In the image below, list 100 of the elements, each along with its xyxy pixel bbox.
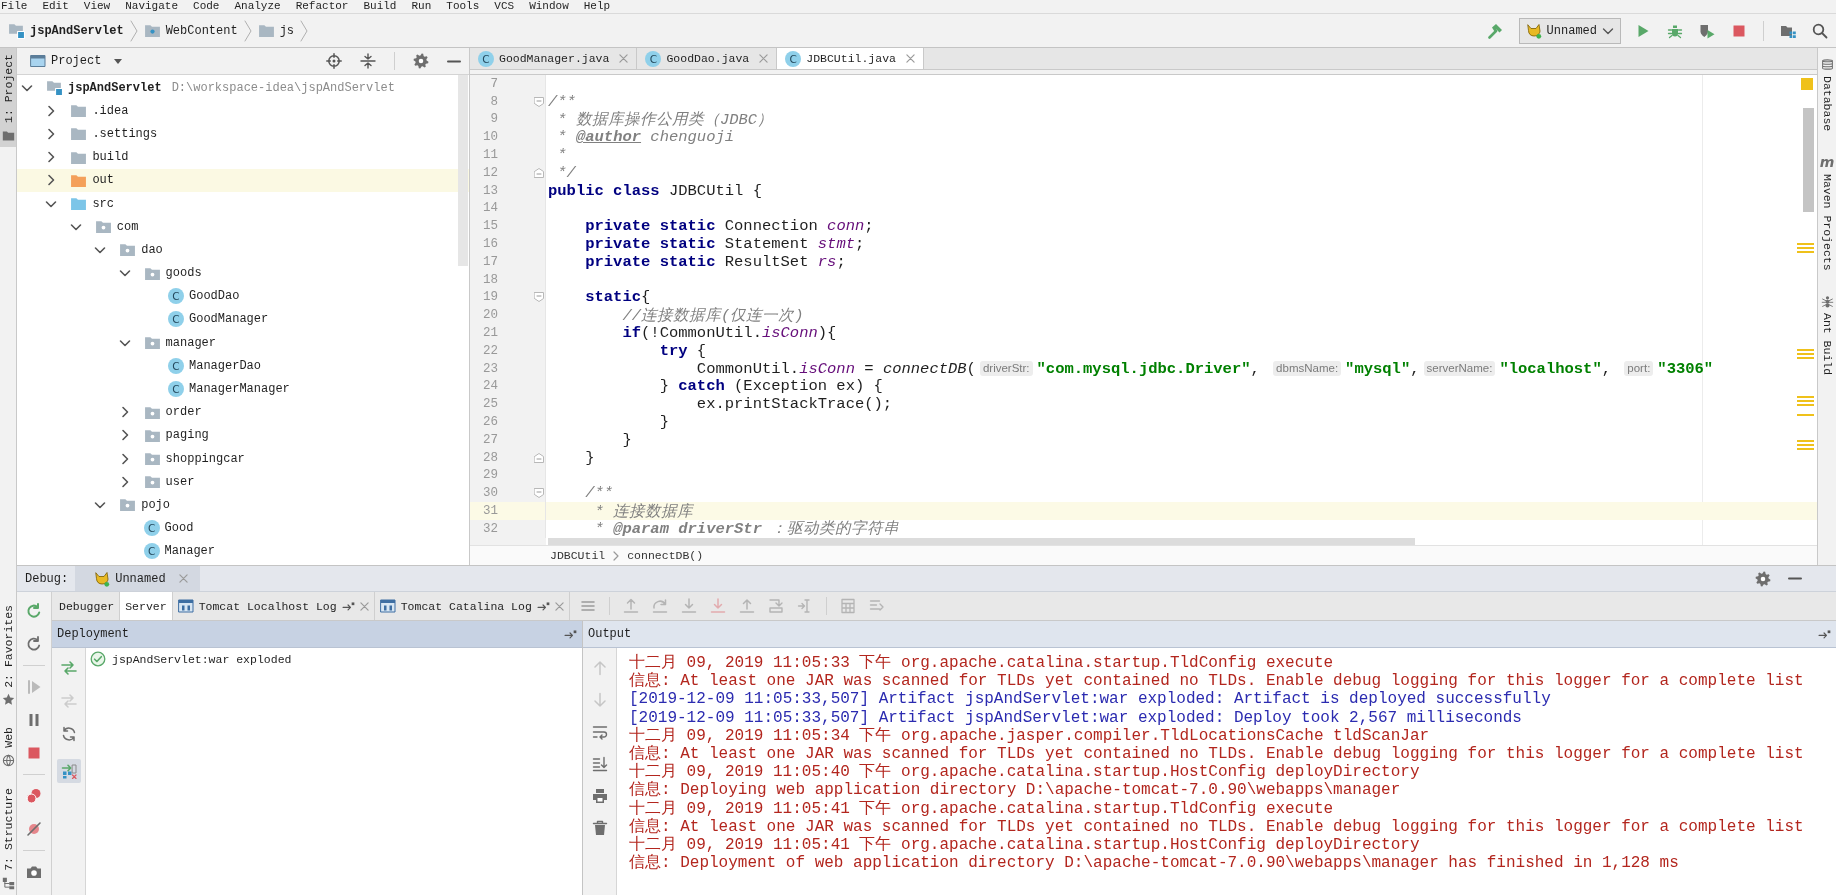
tree-item[interactable]: C Good xyxy=(17,516,469,540)
tree-item[interactable]: shoppingcar xyxy=(17,447,469,471)
trash-icon[interactable] xyxy=(591,820,608,836)
printer-icon[interactable] xyxy=(591,788,608,804)
two-dots-icon[interactable] xyxy=(26,788,42,804)
tree-item[interactable]: dao xyxy=(17,238,469,262)
tree-item[interactable]: pojo xyxy=(17,493,469,517)
class-icon: C xyxy=(168,311,184,328)
search-icon[interactable] xyxy=(1812,22,1828,39)
settings-icon[interactable] xyxy=(1755,570,1771,587)
breadcrumb-item[interactable]: WebContent xyxy=(143,20,238,41)
scrollbar-thumb[interactable] xyxy=(458,75,468,266)
wrap-icon[interactable] xyxy=(591,724,608,740)
view-dropdown[interactable]: Project xyxy=(51,54,124,68)
tree-item[interactable]: build xyxy=(17,145,469,169)
code-editor[interactable] xyxy=(470,75,1817,545)
menu-item[interactable]: Window xyxy=(529,0,569,13)
menu-item[interactable]: Code xyxy=(193,0,220,13)
refresh-icon[interactable] xyxy=(26,636,42,652)
tree-item[interactable]: C GoodDao xyxy=(17,284,469,308)
minimize-icon[interactable] xyxy=(1788,577,1802,580)
close-icon[interactable] xyxy=(359,601,369,611)
run-config-dropdown[interactable]: Unnamed xyxy=(1518,17,1621,44)
arrow-dot-icon[interactable] xyxy=(536,601,550,611)
breadcrumb-item[interactable]: js xyxy=(257,20,295,41)
debug-tab[interactable]: Tomcat Localhost Log xyxy=(172,592,375,620)
tree-item[interactable]: C ManagerManager xyxy=(17,377,469,401)
tree-item[interactable]: .settings xyxy=(17,122,469,146)
tool-window-button[interactable]: Database xyxy=(1818,58,1836,132)
tool-window-button[interactable]: m Maven Projects xyxy=(1818,155,1836,271)
lines-down-arrow-icon[interactable] xyxy=(591,756,608,772)
fold-marker-icon[interactable] xyxy=(534,292,544,303)
breadcrumb-item[interactable]: JDBCUtil xyxy=(550,549,606,562)
hammer-icon[interactable] xyxy=(1486,22,1503,39)
tree-item[interactable]: manager xyxy=(17,331,469,355)
menu-item[interactable]: File xyxy=(1,0,28,13)
double-arrow-icon[interactable] xyxy=(60,660,77,676)
menu-item[interactable]: Tools xyxy=(446,0,480,13)
menu-item[interactable]: Edit xyxy=(42,0,69,13)
minimize-icon[interactable] xyxy=(447,59,461,63)
tree-item[interactable]: paging xyxy=(17,423,469,447)
deployment-item[interactable]: jspAndServlet:war exploded xyxy=(90,648,578,670)
tool-window-button[interactable]: 2: Favorites xyxy=(0,598,16,712)
scrollbar-thumb[interactable] xyxy=(548,537,1415,545)
tree-item[interactable]: jspAndServlet D:\workspace-idea\jspAndServlet xyxy=(17,76,469,100)
session-tab[interactable]: Unnamed xyxy=(75,566,200,591)
menu-item[interactable]: Run xyxy=(411,0,432,13)
slashed-dot-icon[interactable] xyxy=(26,821,42,837)
arrow-dot-icon[interactable] xyxy=(341,601,355,611)
circular-arrow-icon[interactable] xyxy=(26,603,42,619)
menu-item[interactable]: Build xyxy=(363,0,397,13)
tree-item[interactable]: com xyxy=(17,215,469,239)
fold-marker-icon[interactable] xyxy=(534,488,544,499)
tree-item[interactable]: user xyxy=(17,470,469,494)
camera-icon[interactable] xyxy=(26,864,42,880)
arrow-dot-icon[interactable] xyxy=(564,629,577,639)
fold-marker-icon[interactable] xyxy=(534,96,544,107)
tool-window-button[interactable]: 1: Project xyxy=(0,48,16,147)
close-icon[interactable] xyxy=(905,54,915,63)
crosshair-icon[interactable] xyxy=(326,53,342,69)
menu-item[interactable]: Analyze xyxy=(234,0,281,13)
breadcrumb-item[interactable]: jspAndServlet xyxy=(8,20,124,41)
editor-tab[interactable]: C GoodManager.java xyxy=(470,48,638,69)
close-icon[interactable] xyxy=(619,54,629,63)
close-icon[interactable] xyxy=(178,574,188,583)
menu-item[interactable]: Refactor xyxy=(295,0,349,13)
window-icon xyxy=(30,53,46,69)
scrollbar-thumb[interactable] xyxy=(1803,108,1814,212)
tree-item[interactable]: C ManagerDao xyxy=(17,354,469,378)
menu-item[interactable]: View xyxy=(83,0,111,13)
tree-item[interactable]: goods xyxy=(17,261,469,285)
menu-item[interactable]: VCS xyxy=(494,0,515,13)
line-number: 9 xyxy=(489,112,498,127)
settings-icon[interactable] xyxy=(413,53,429,69)
collapse-icon[interactable] xyxy=(360,53,376,69)
tree-item[interactable]: C GoodManager xyxy=(17,307,469,332)
tree-item[interactable]: out xyxy=(17,168,469,192)
stripe-mark-icon xyxy=(1797,414,1814,416)
tool-window-button[interactable]: Ant Build xyxy=(1818,294,1836,375)
stop-icon[interactable] xyxy=(26,745,42,761)
tool-window-button[interactable]: Web xyxy=(0,721,16,773)
close-icon[interactable] xyxy=(554,601,564,611)
close-icon[interactable] xyxy=(759,54,769,63)
fold-marker-icon[interactable] xyxy=(534,452,544,463)
tree-item[interactable]: order xyxy=(17,400,469,424)
tree-item[interactable]: C Manager xyxy=(17,539,469,563)
debug-tab[interactable]: Server xyxy=(120,592,173,620)
menu-item[interactable]: Navigate xyxy=(125,0,179,13)
editor-tab[interactable]: C JDBCUtil.java xyxy=(777,48,924,69)
fold-marker-icon[interactable] xyxy=(534,167,544,178)
menu-item[interactable]: Help xyxy=(583,0,611,13)
tree-item[interactable]: .idea xyxy=(17,99,469,123)
breadcrumb-item[interactable]: connectDB() xyxy=(627,549,704,562)
tree-item[interactable]: src xyxy=(17,191,469,216)
shield-play-icon[interactable] xyxy=(1699,22,1715,39)
refresh-icon[interactable] xyxy=(60,726,77,742)
arrow-dot-icon[interactable] xyxy=(1818,629,1831,639)
tool-window-button[interactable]: 7: Structure xyxy=(0,782,16,895)
menu-icon[interactable] xyxy=(579,598,596,614)
debug-tab[interactable]: Tomcat Catalina Log xyxy=(374,592,570,620)
